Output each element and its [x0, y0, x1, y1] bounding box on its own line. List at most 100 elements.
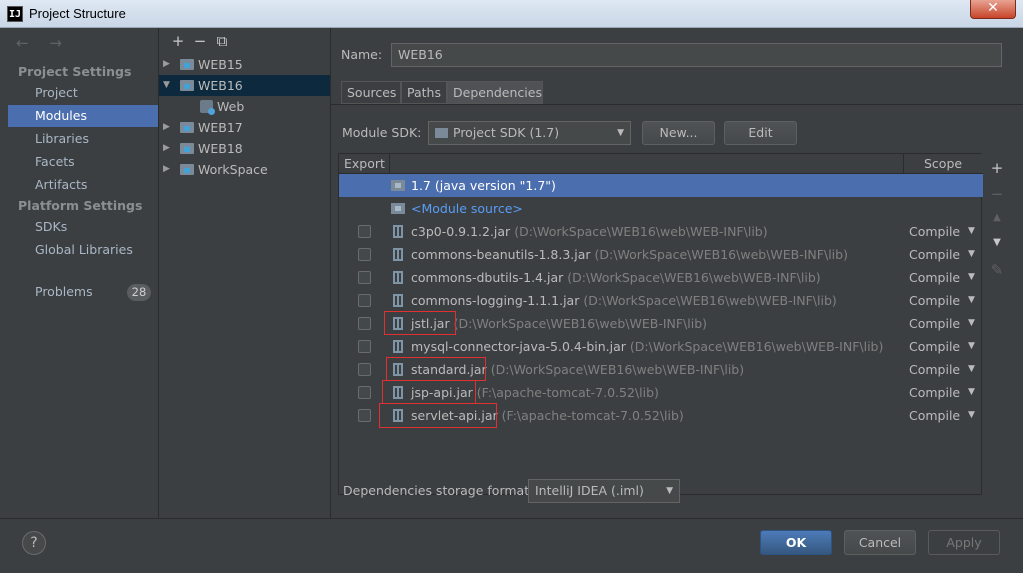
- table-row[interactable]: mysql-connector-java-5.0.4-bin.jar (D:\W…: [339, 335, 983, 358]
- export-checkbox[interactable]: [358, 409, 371, 422]
- tab-dependencies[interactable]: Dependencies: [447, 81, 543, 104]
- module-folder-icon: [180, 80, 194, 91]
- move-up-icon[interactable]: ▲: [990, 212, 1004, 223]
- chevron-down-icon[interactable]: ▼: [968, 404, 975, 427]
- export-checkbox[interactable]: [358, 317, 371, 330]
- chevron-down-icon[interactable]: ▼: [968, 335, 975, 358]
- chevron-down-icon[interactable]: ▼: [968, 220, 975, 243]
- nav-item-libraries[interactable]: Libraries: [8, 128, 158, 150]
- nav-item-project[interactable]: Project: [8, 82, 158, 104]
- nav-item-modules[interactable]: Modules: [8, 105, 158, 127]
- jar-path: (D:\WorkSpace\WEB16\web\WEB-INF\lib): [583, 293, 837, 308]
- module-sdk-select[interactable]: Project SDK (1.7) ▼: [428, 121, 631, 145]
- scope-value[interactable]: Compile: [909, 266, 960, 289]
- scope-value[interactable]: Compile: [909, 381, 960, 404]
- chevron-down-icon: ▼: [617, 128, 624, 138]
- help-button[interactable]: ?: [22, 531, 46, 555]
- jar-path: (D:\WorkSpace\WEB16\web\WEB-INF\lib): [453, 316, 708, 331]
- tab-sources[interactable]: Sources: [341, 81, 401, 104]
- table-row[interactable]: commons-logging-1.1.1.jar (D:\WorkSpace\…: [339, 289, 983, 312]
- tab-underline: [331, 104, 1023, 105]
- scope-value[interactable]: Compile: [909, 243, 960, 266]
- tree-node-workspace[interactable]: ▶ WorkSpace: [159, 159, 330, 180]
- column-header-export[interactable]: Export: [344, 156, 385, 171]
- cancel-button[interactable]: Cancel: [844, 530, 916, 555]
- tab-paths[interactable]: Paths: [401, 81, 447, 104]
- dependency-name: commons-beanutils-1.8.3.jar (D:\WorkSpac…: [411, 243, 848, 266]
- export-checkbox[interactable]: [358, 363, 371, 376]
- expand-arrow-icon[interactable]: ▶: [163, 117, 170, 138]
- nav-item-global-libraries[interactable]: Global Libraries: [8, 239, 158, 261]
- collapse-arrow-icon[interactable]: ▼: [163, 75, 170, 96]
- add-module-icon[interactable]: +: [167, 32, 189, 50]
- scope-value[interactable]: Compile: [909, 335, 960, 358]
- export-checkbox[interactable]: [358, 271, 371, 284]
- edit-dependency-icon[interactable]: ✎: [990, 261, 1004, 279]
- export-checkbox[interactable]: [358, 340, 371, 353]
- tree-node-web-facet[interactable]: Web: [159, 96, 330, 117]
- nav-item-sdks[interactable]: SDKs: [8, 216, 158, 238]
- table-row[interactable]: c3p0-0.9.1.2.jar (D:\WorkSpace\WEB16\web…: [339, 220, 983, 243]
- table-header: Export Scope: [339, 154, 983, 174]
- chevron-down-icon[interactable]: ▼: [968, 266, 975, 289]
- chevron-down-icon[interactable]: ▼: [968, 358, 975, 381]
- dependency-name: <Module source>: [411, 201, 523, 216]
- chevron-down-icon[interactable]: ▼: [968, 312, 975, 335]
- ok-button[interactable]: OK: [760, 530, 832, 555]
- platform-settings-header: Platform Settings: [18, 198, 143, 213]
- table-row-module-source[interactable]: <Module source>: [339, 197, 983, 220]
- highlight-box: [384, 311, 456, 335]
- scope-value[interactable]: Compile: [909, 289, 960, 312]
- module-folder-icon: [180, 143, 194, 154]
- chevron-down-icon[interactable]: ▼: [968, 243, 975, 266]
- copy-module-icon[interactable]: ⧉: [211, 32, 233, 50]
- table-row-jdk[interactable]: 1.7 (java version "1.7"): [339, 174, 983, 197]
- sdk-value: Project SDK (1.7): [453, 125, 560, 140]
- scope-value[interactable]: Compile: [909, 312, 960, 335]
- chevron-down-icon[interactable]: ▼: [968, 381, 975, 404]
- tree-node-web15[interactable]: ▶ WEB15: [159, 54, 330, 75]
- highlight-box: [379, 403, 497, 428]
- scope-value[interactable]: Compile: [909, 220, 960, 243]
- storage-format-select[interactable]: IntelliJ IDEA (.iml) ▼: [528, 479, 680, 503]
- export-checkbox[interactable]: [358, 225, 371, 238]
- module-folder-icon: [180, 164, 194, 175]
- edit-sdk-button[interactable]: Edit: [724, 121, 797, 145]
- module-tree: + − ⧉ ▶ WEB15 ▼ WEB16 Web ▶ WEB17 ▶ WEB18 …: [159, 28, 330, 518]
- tree-node-web18[interactable]: ▶ WEB18: [159, 138, 330, 159]
- chevron-down-icon[interactable]: ▼: [968, 289, 975, 312]
- window-close-button[interactable]: ✕: [970, 0, 1016, 19]
- scope-value[interactable]: Compile: [909, 404, 960, 427]
- export-checkbox[interactable]: [358, 386, 371, 399]
- export-checkbox[interactable]: [358, 248, 371, 261]
- table-row[interactable]: commons-beanutils-1.8.3.jar (D:\WorkSpac…: [339, 243, 983, 266]
- chevron-down-icon: ▼: [666, 486, 673, 496]
- tree-node-web16[interactable]: ▼ WEB16: [159, 75, 330, 96]
- move-down-icon[interactable]: ▼: [990, 237, 1004, 248]
- nav-item-artifacts[interactable]: Artifacts: [8, 174, 158, 196]
- column-header-scope[interactable]: Scope: [924, 156, 962, 171]
- back-forward-arrows[interactable]: ← →: [16, 34, 70, 52]
- export-checkbox[interactable]: [358, 294, 371, 307]
- remove-dependency-icon[interactable]: −: [990, 185, 1004, 203]
- module-folder-icon: [180, 59, 194, 70]
- nav-item-facets[interactable]: Facets: [8, 151, 158, 173]
- window-title: Project Structure: [29, 6, 126, 21]
- problems-label: Problems: [35, 284, 93, 299]
- module-name-input[interactable]: WEB16: [391, 43, 1002, 67]
- scope-value[interactable]: Compile: [909, 358, 960, 381]
- nav-item-problems[interactable]: Problems 28: [8, 281, 158, 303]
- project-settings-header: Project Settings: [18, 64, 132, 79]
- expand-arrow-icon[interactable]: ▶: [163, 54, 170, 75]
- remove-module-icon[interactable]: −: [189, 32, 211, 50]
- tree-node-web17[interactable]: ▶ WEB17: [159, 117, 330, 138]
- dependency-name: commons-logging-1.1.1.jar (D:\WorkSpace\…: [411, 289, 837, 312]
- table-row[interactable]: commons-dbutils-1.4.jar (D:\WorkSpace\WE…: [339, 266, 983, 289]
- jar-name: mysql-connector-java-5.0.4-bin.jar: [411, 339, 626, 354]
- expand-arrow-icon[interactable]: ▶: [163, 159, 170, 180]
- expand-arrow-icon[interactable]: ▶: [163, 138, 170, 159]
- apply-button[interactable]: Apply: [928, 530, 1000, 555]
- add-dependency-icon[interactable]: +: [990, 159, 1004, 177]
- new-sdk-button[interactable]: New...: [642, 121, 715, 145]
- settings-nav: ← → Project Settings Project Modules Lib…: [8, 28, 158, 516]
